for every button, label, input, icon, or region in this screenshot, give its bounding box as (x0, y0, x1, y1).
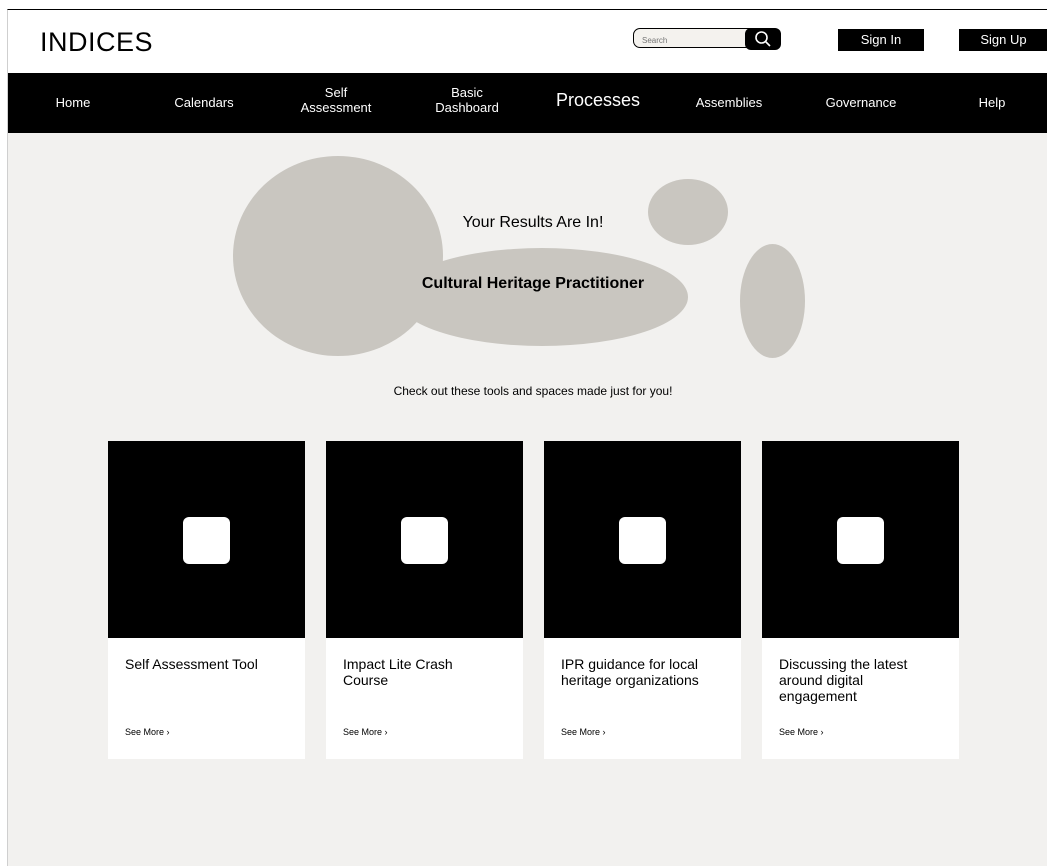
hero-ellipse-tall (740, 244, 805, 358)
card-icon (619, 517, 666, 564)
logo[interactable]: INDICES (40, 27, 153, 58)
nav-item-assemblies[interactable]: Assemblies (696, 95, 762, 110)
card-impact-lite-crash-course[interactable]: Impact Lite Crash Course See More › (326, 441, 523, 759)
card-image (326, 441, 523, 638)
see-more-link[interactable]: See More › (561, 727, 606, 737)
nav-item-home[interactable]: Home (56, 95, 91, 110)
page-frame: INDICES Sign In Sign Up Home Calendars S… (7, 9, 1047, 866)
hero-ellipse-small (648, 179, 728, 245)
nav-item-calendars[interactable]: Calendars (174, 95, 233, 110)
see-more-link[interactable]: See More › (343, 727, 388, 737)
card-title: IPR guidance for local heritage organiza… (561, 656, 699, 688)
card-self-assessment-tool[interactable]: Self Assessment Tool See More › (108, 441, 305, 759)
search-button[interactable] (745, 28, 781, 50)
nav-item-basic-dashboard[interactable]: Basic Dashboard (435, 85, 499, 115)
nav-item-help[interactable]: Help (979, 95, 1006, 110)
card-image (108, 441, 305, 638)
results-role: Cultural Heritage Practitioner (421, 275, 645, 292)
main-nav: Home Calendars Self Assessment Basic Das… (8, 73, 1047, 133)
card-title: Impact Lite Crash Course (343, 656, 453, 688)
results-heading: Your Results Are In! (462, 214, 604, 231)
card-icon (837, 517, 884, 564)
search-input[interactable] (633, 28, 763, 48)
sign-up-button[interactable]: Sign Up (959, 29, 1047, 51)
search-icon (755, 31, 771, 47)
sign-in-button[interactable]: Sign In (838, 29, 924, 51)
card-digital-engagement[interactable]: Discussing the latest around digital eng… (762, 441, 959, 759)
card-title: Self Assessment Tool (125, 656, 258, 672)
card-title: Discussing the latest around digital eng… (779, 656, 908, 704)
card-ipr-guidance[interactable]: IPR guidance for local heritage organiza… (544, 441, 741, 759)
nav-item-governance[interactable]: Governance (826, 95, 897, 110)
nav-item-processes[interactable]: Processes (556, 91, 640, 109)
hero-ellipse-wide (396, 248, 688, 346)
see-more-link[interactable]: See More › (779, 727, 824, 737)
see-more-link[interactable]: See More › (125, 727, 170, 737)
hero-circle-large (233, 156, 443, 356)
search-bar (633, 28, 781, 50)
card-icon (183, 517, 230, 564)
nav-item-self-assessment[interactable]: Self Assessment (301, 85, 372, 115)
card-image (544, 441, 741, 638)
card-image (762, 441, 959, 638)
header: INDICES Sign In Sign Up (8, 10, 1047, 73)
recommendations-subtitle: Check out these tools and spaces made ju… (393, 384, 673, 398)
card-icon (401, 517, 448, 564)
